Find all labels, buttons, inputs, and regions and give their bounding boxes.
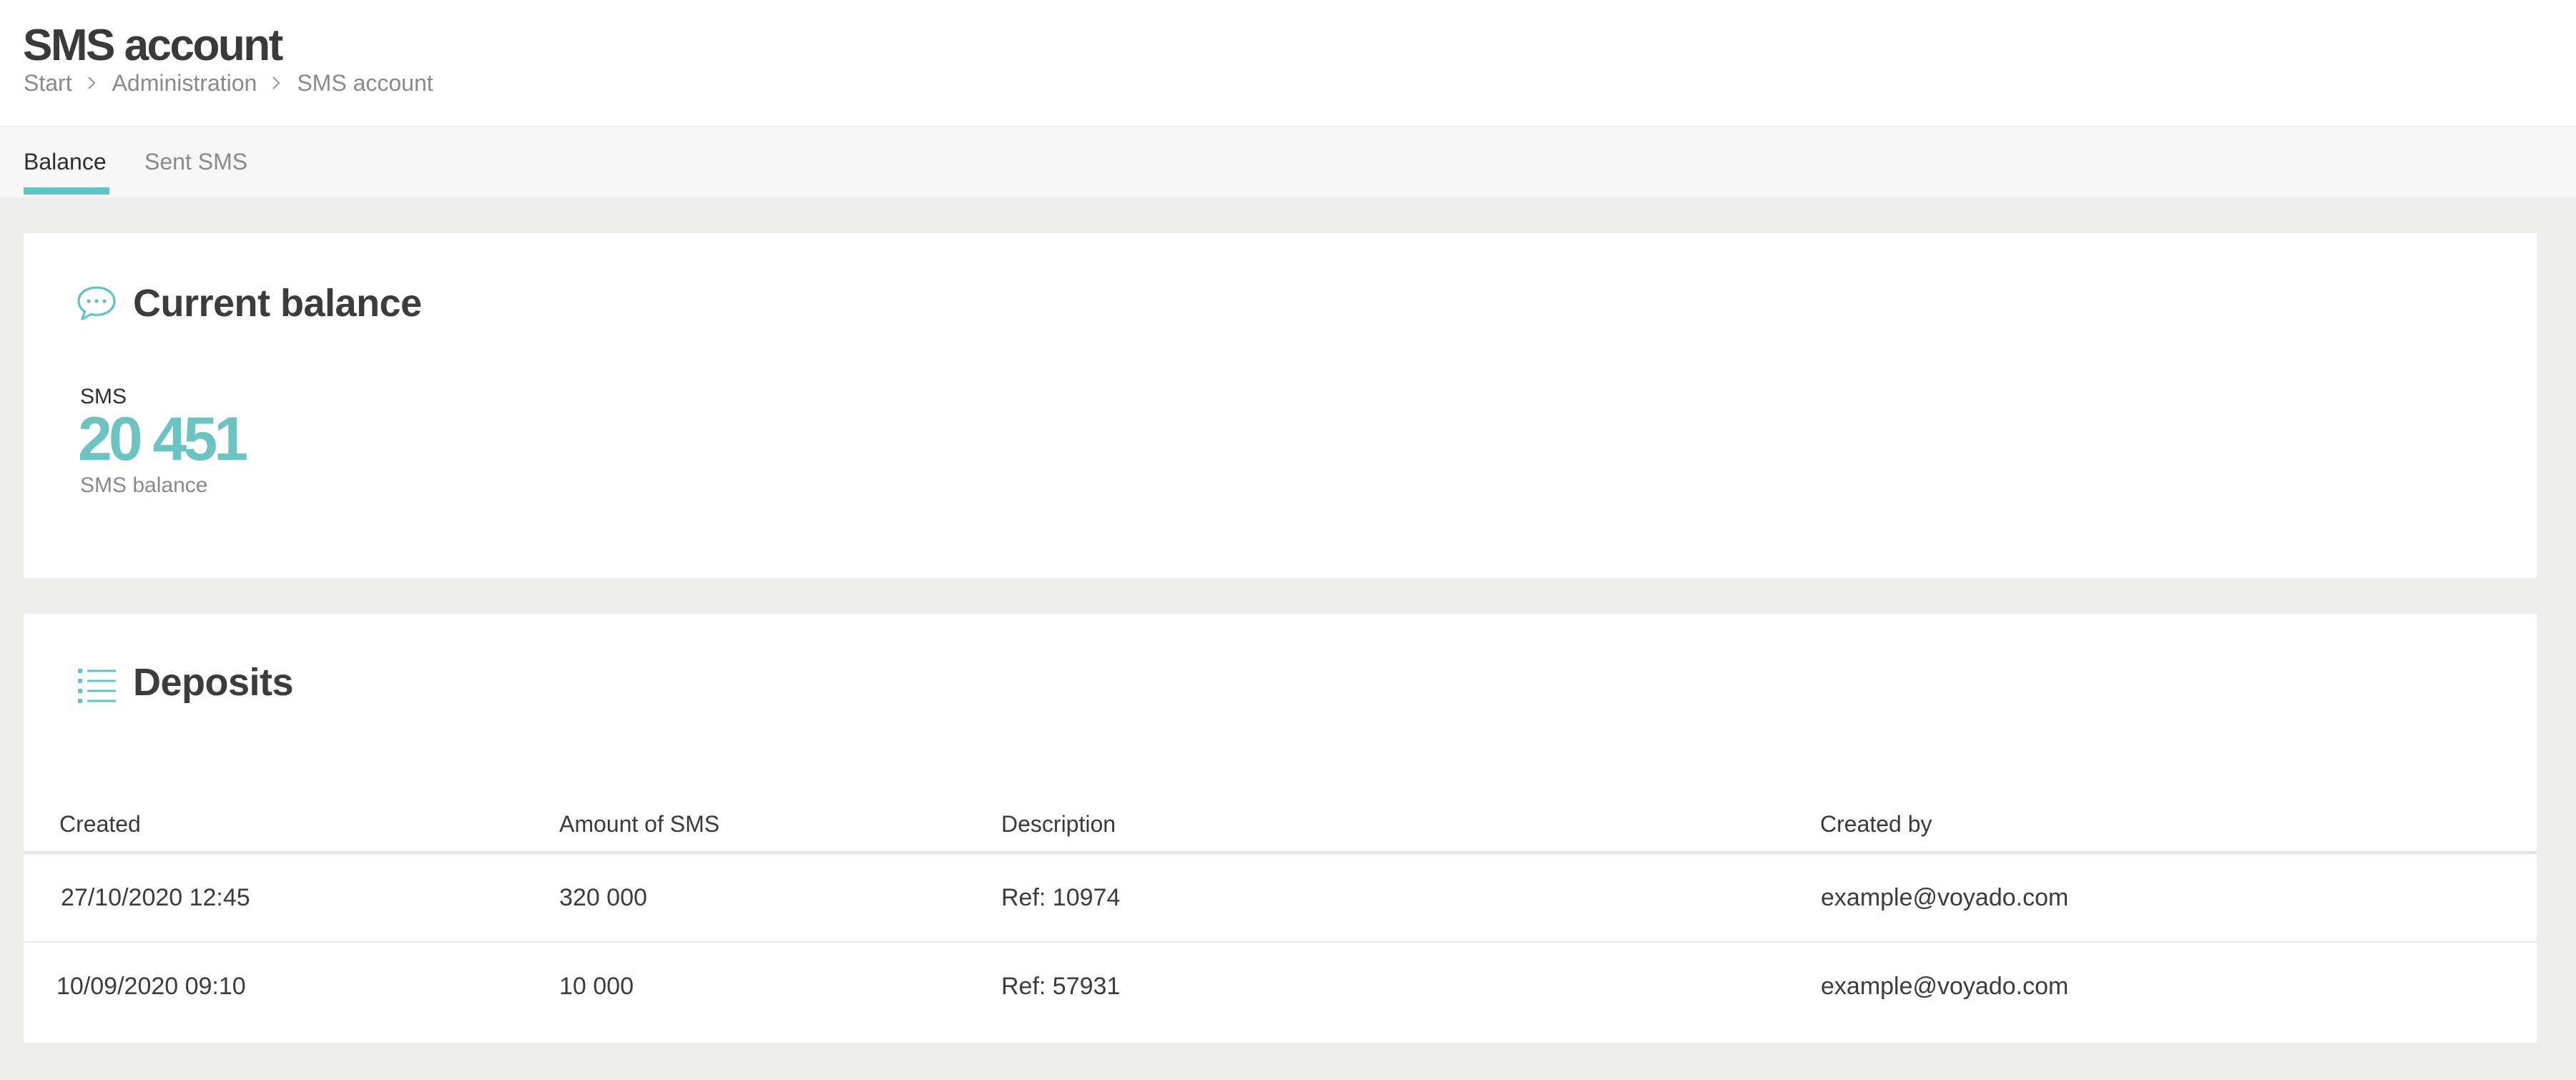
breadcrumb-sms-account: SMS account: [297, 70, 433, 96]
active-tab-indicator: [24, 187, 109, 195]
column-header-created-by[interactable]: Created by: [1820, 810, 1932, 838]
cell-created: 10/09/2020 09:10: [56, 973, 246, 1000]
breadcrumb-administration[interactable]: Administration: [112, 69, 257, 97]
deposits-table: Created Amount of SMS Description Create…: [24, 805, 2537, 1030]
chat-bubble-icon: [76, 285, 117, 323]
tab-bar: Balance Sent SMS: [0, 127, 2576, 197]
table-row[interactable]: 10/09/2020 09:10 10 000 Ref: 57931 examp…: [24, 943, 2537, 1030]
current-balance-title: Current balance: [133, 282, 422, 325]
tab-sent-sms[interactable]: Sent SMS: [144, 147, 247, 176]
tab-balance[interactable]: Balance: [24, 147, 107, 176]
table-row[interactable]: 27/10/2020 12:45 320 000 Ref: 10974 exam…: [24, 854, 2537, 943]
cell-amount: 320 000: [559, 884, 647, 911]
table-header: Created Amount of SMS Description Create…: [24, 805, 2537, 854]
column-header-created[interactable]: Created: [59, 810, 141, 838]
page-title: SMS account: [23, 21, 283, 70]
breadcrumb: Start Administration SMS account: [24, 69, 433, 97]
column-header-description[interactable]: Description: [1001, 810, 1116, 838]
sms-balance-sublabel: SMS balance: [80, 473, 208, 497]
cell-created: 27/10/2020 12:45: [61, 884, 250, 911]
breadcrumb-start[interactable]: Start: [24, 69, 72, 97]
sms-balance-value: 20 451: [78, 405, 248, 473]
cell-created-by: example@voyado.com: [1821, 884, 2069, 911]
deposits-card: Deposits Created Amount of SMS Descripti…: [24, 614, 2537, 1043]
cell-amount: 10 000: [559, 973, 634, 1000]
column-header-amount[interactable]: Amount of SMS: [559, 810, 719, 838]
current-balance-card: Current balance SMS 20 451 SMS balance: [24, 233, 2537, 578]
list-icon: [76, 665, 117, 704]
cell-description: Ref: 57931: [1001, 973, 1121, 1000]
page-header: SMS account Start Administration SMS acc…: [0, 0, 2576, 126]
cell-created-by: example@voyado.com: [1821, 973, 2069, 1000]
chevron-right-icon: [84, 75, 99, 91]
deposits-title: Deposits: [133, 661, 294, 704]
cell-description: Ref: 10974: [1001, 884, 1121, 911]
chevron-right-icon: [268, 75, 284, 91]
